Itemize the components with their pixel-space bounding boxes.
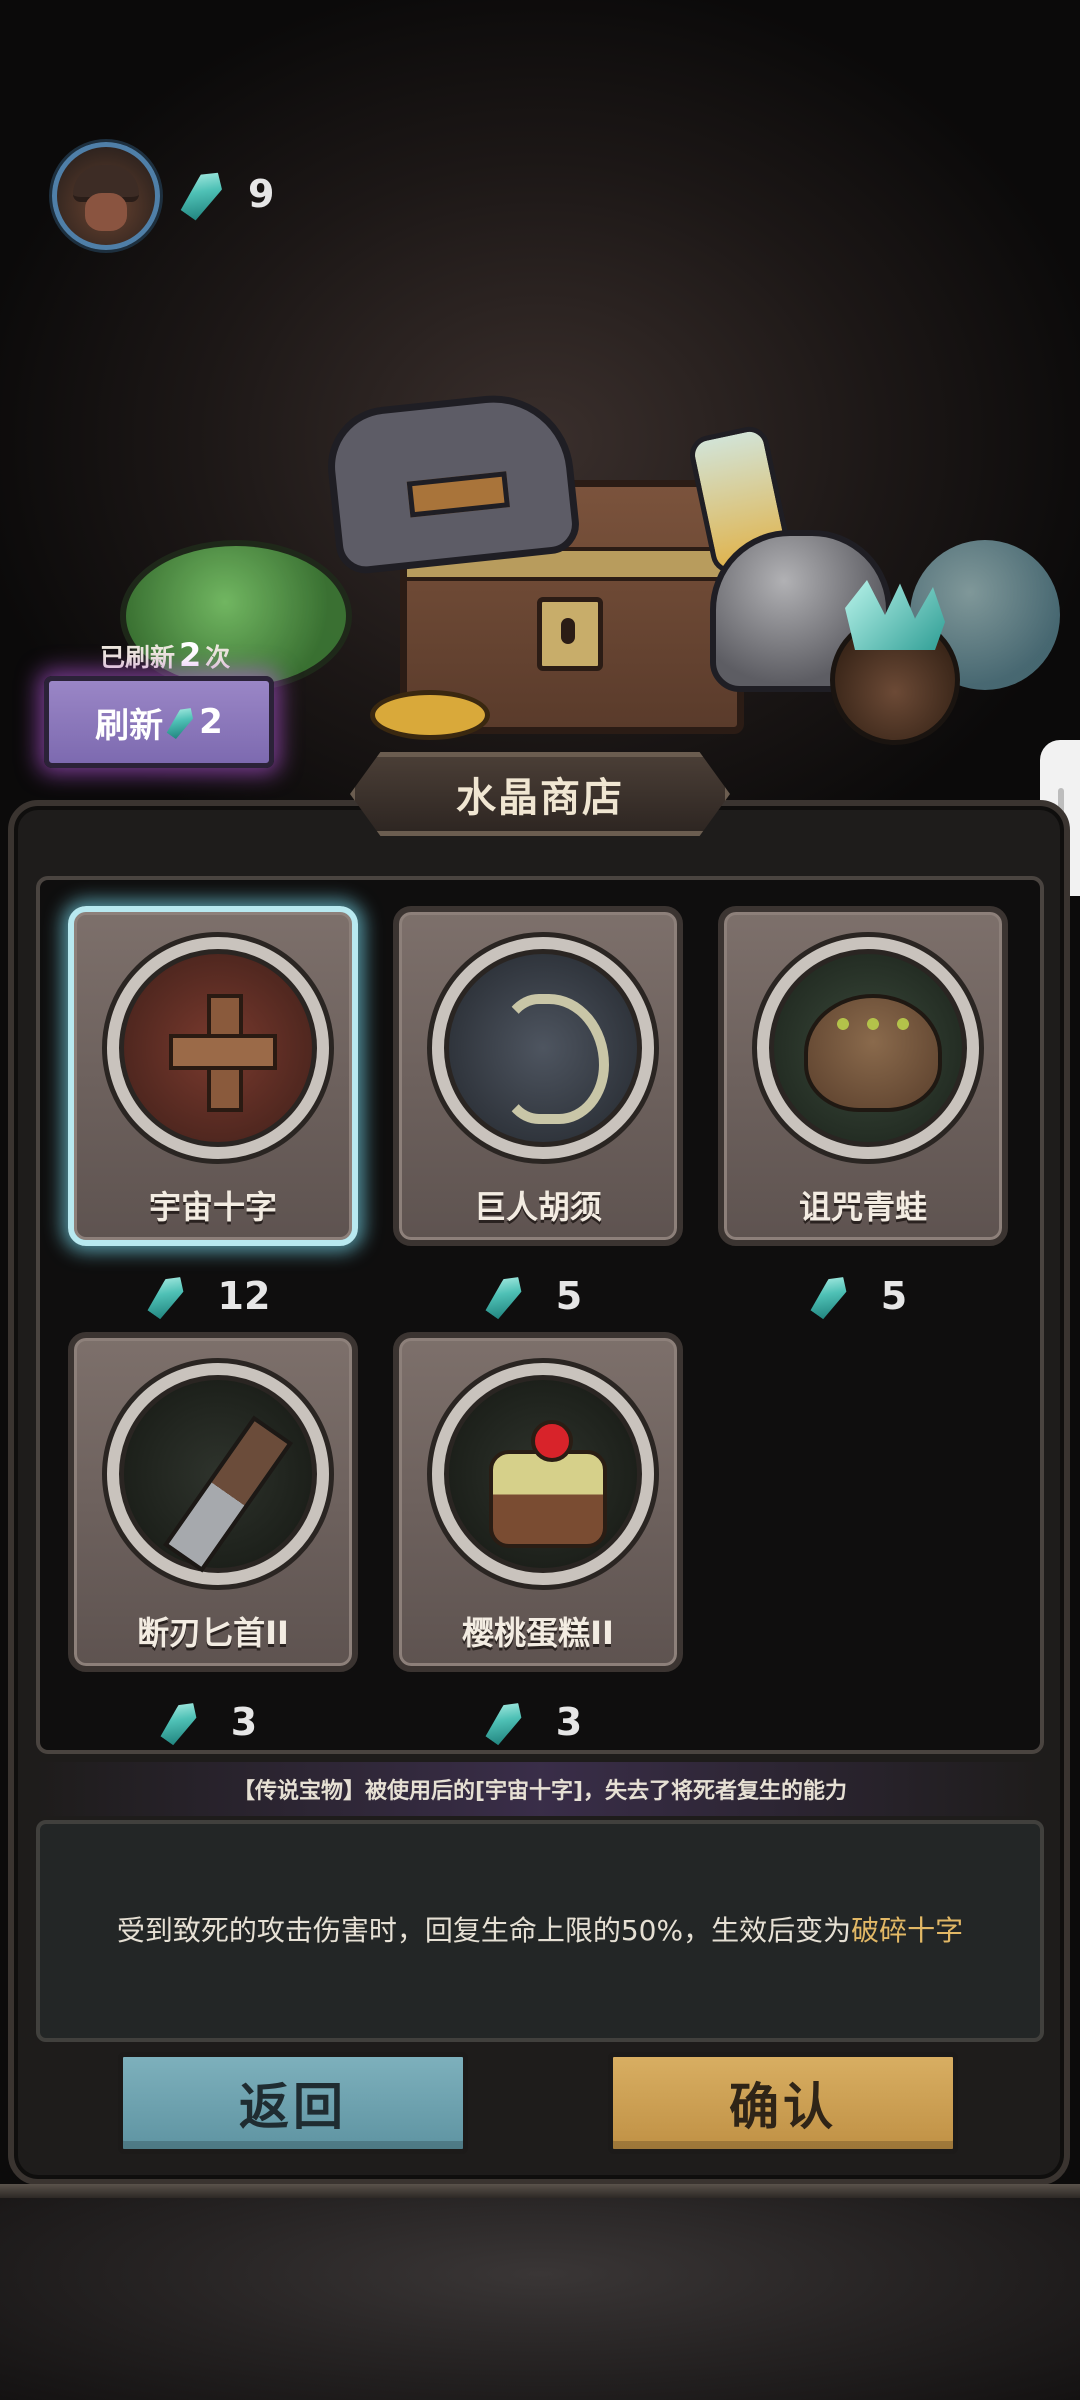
crystal-pouch-icon: [830, 615, 960, 745]
item-card-cherry-cake[interactable]: 樱桃蛋糕II: [393, 1332, 683, 1672]
giant-beard-icon: [499, 994, 609, 1124]
refresh-count-label: 已刷新 2 次: [100, 636, 231, 674]
item-description: 受到致死的攻击伤害时，回复生命上限的50%，生效后变为破碎十字: [36, 1820, 1044, 2042]
wizard-hat-icon: [322, 387, 582, 577]
face-icon: [85, 193, 127, 231]
coins-icon: [370, 690, 490, 740]
crystal-icon: [483, 1271, 527, 1321]
item-name: 巨人胡须: [473, 1188, 602, 1226]
player-avatar[interactable]: [52, 142, 160, 250]
refresh-button[interactable]: 刷新 2: [44, 676, 274, 768]
cherry-cake-icon: [489, 1420, 607, 1548]
item-price: 3: [68, 1692, 358, 1752]
item-name: 樱桃蛋糕II: [462, 1614, 614, 1652]
crystal-icon: [144, 1271, 188, 1321]
crystal-icon: [808, 1271, 852, 1321]
cursed-frog-icon: [804, 994, 942, 1112]
refresh-button-label: 刷新: [95, 705, 164, 746]
item-name: 宇宙十字: [148, 1188, 277, 1226]
item-name: 诅咒青蛙: [798, 1188, 927, 1226]
cosmic-cross-icon: [169, 994, 277, 1112]
description-highlight: 破碎十字: [851, 1914, 964, 1947]
confirm-button[interactable]: 确认: [608, 2052, 958, 2154]
panel-bottom-edge: [0, 2184, 1080, 2198]
crystal-count: 9: [248, 172, 275, 216]
refresh-cost: 2: [199, 702, 223, 742]
item-lore-text: 【传说宝物】被使用后的[宇宙十字]，失去了将死者复生的能力: [36, 1762, 1044, 1816]
back-button[interactable]: 返回: [118, 2052, 468, 2154]
crystal-icon: [165, 703, 198, 740]
item-card-cursed-frog[interactable]: 诅咒青蛙: [718, 906, 1008, 1246]
background-floor: [0, 2190, 1080, 2400]
broken-dagger-icon: [163, 1415, 293, 1573]
crystal-icon: [158, 1697, 202, 1747]
item-card-cosmic-cross[interactable]: 宇宙十字: [68, 906, 358, 1246]
item-name: 断刃匕首II: [137, 1614, 289, 1652]
item-price: 5: [393, 1266, 683, 1326]
item-price: 5: [718, 1266, 1008, 1326]
item-price: 12: [68, 1266, 358, 1326]
item-card-broken-dagger[interactable]: 断刃匕首II: [68, 1332, 358, 1672]
item-card-giant-beard[interactable]: 巨人胡须: [393, 906, 683, 1246]
description-text: 受到致死的攻击伤害时，回复生命上限的50%，生效后变为: [116, 1914, 852, 1947]
keyhole-icon: [537, 597, 603, 671]
crystal-icon: [483, 1697, 527, 1747]
item-price: 3: [393, 1692, 683, 1752]
shop-title: 水晶商店: [350, 752, 730, 836]
